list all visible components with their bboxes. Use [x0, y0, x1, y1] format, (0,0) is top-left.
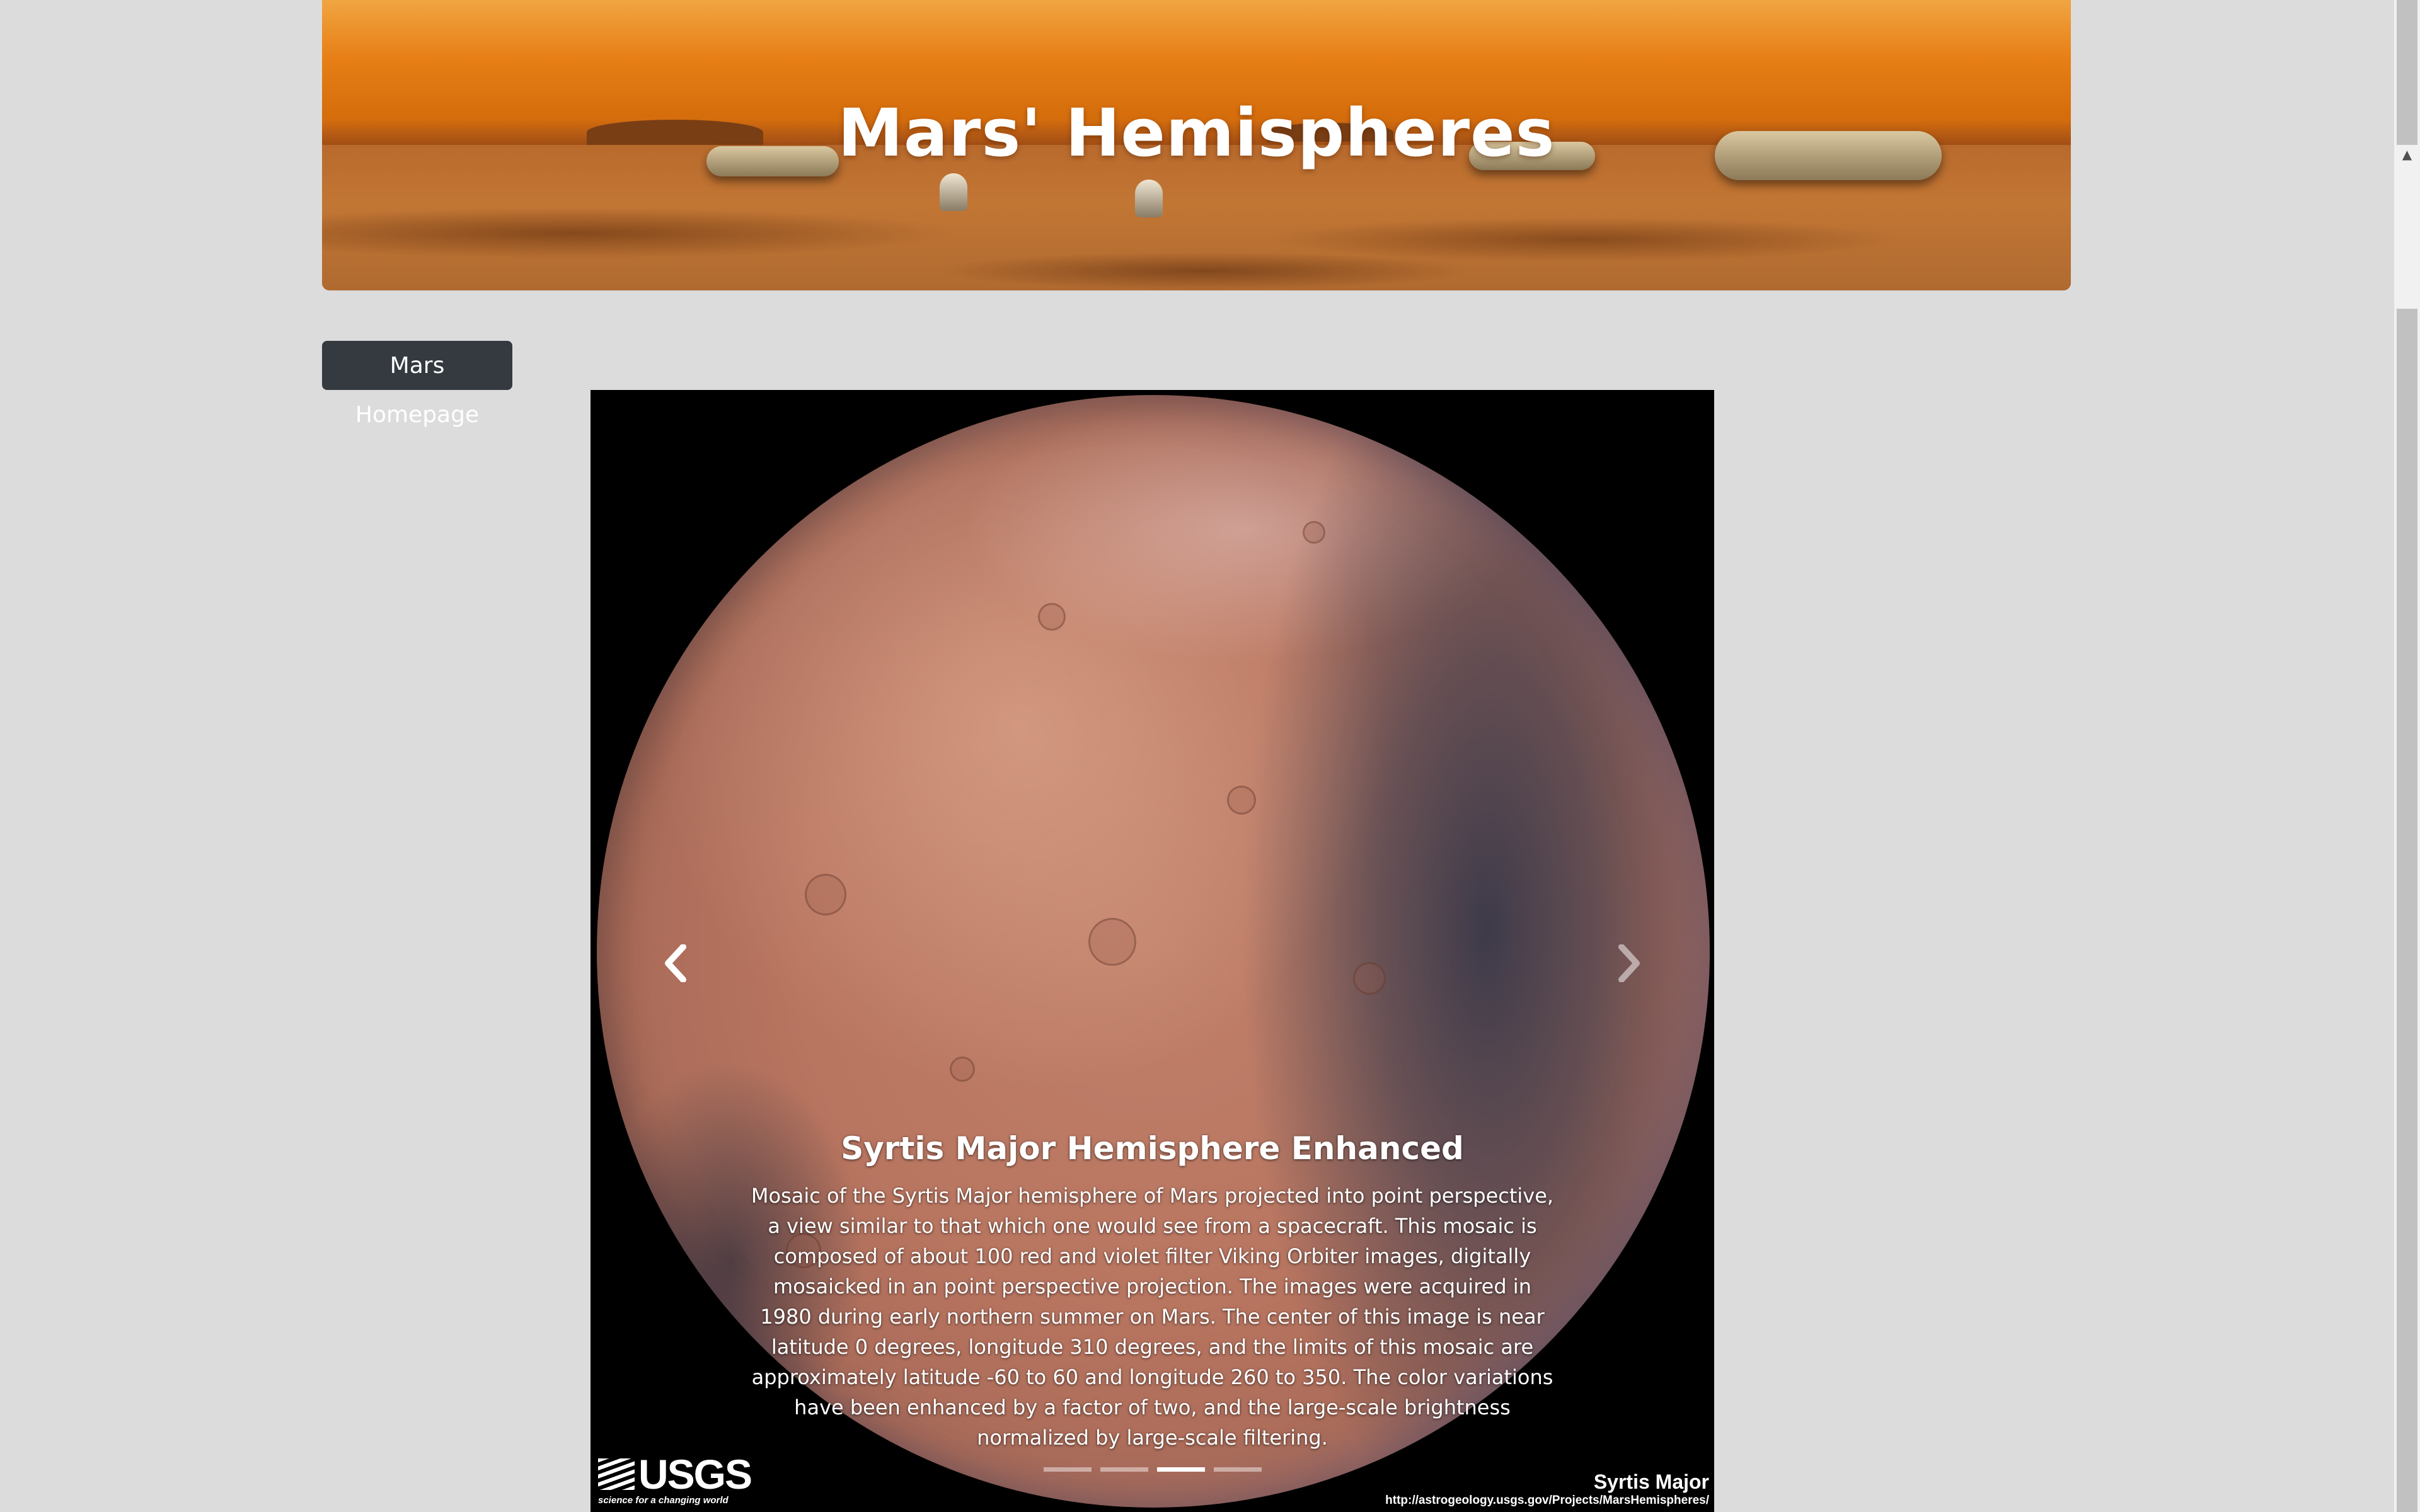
vertical-scrollbar[interactable]: ▲: [2394, 0, 2420, 1512]
usgs-logo: USGS science for a changing world: [598, 1451, 752, 1506]
banner-astronaut: [940, 173, 967, 211]
carousel-indicator[interactable]: [1043, 1467, 1092, 1472]
usgs-tagline: science for a changing world: [598, 1495, 729, 1506]
carousel-caption: Syrtis Major Hemisphere Enhanced Mosaic …: [748, 1130, 1557, 1453]
carousel-next-button[interactable]: [1591, 913, 1667, 1014]
scrollbar-track-top: [2397, 0, 2417, 145]
crater: [1303, 521, 1325, 544]
caption-text: Mosaic of the Syrtis Major hemisphere of…: [751, 1184, 1554, 1450]
usgs-wave-icon: [598, 1458, 635, 1490]
carousel-indicator[interactable]: [1213, 1467, 1262, 1472]
crater: [805, 874, 846, 915]
usgs-logo-mark: USGS: [598, 1451, 752, 1498]
hemisphere-carousel: Syrtis Major Hemisphere Enhanced Mosaic …: [591, 390, 1714, 1512]
crater: [1038, 603, 1066, 631]
image-credit-url: http://astrogeology.usgs.gov/Projects/Ma…: [1385, 1494, 1709, 1507]
carousel-prev-button[interactable]: [638, 913, 713, 1014]
usgs-logo-text: USGS: [638, 1451, 752, 1498]
scrollbar-thumb[interactable]: [2397, 309, 2417, 1512]
caption-title: Syrtis Major Hemisphere Enhanced: [841, 1130, 1464, 1167]
page-title: Mars' Hemispheres: [838, 94, 1555, 171]
image-credit-name: Syrtis Major: [1593, 1470, 1709, 1493]
header-banner: Mars' Hemispheres: [322, 0, 2071, 290]
carousel-indicator[interactable]: [1100, 1467, 1148, 1472]
mars-homepage-button[interactable]: Mars Homepage: [322, 341, 512, 428]
chevron-left-icon: [665, 944, 686, 982]
crater: [950, 1057, 975, 1082]
crater: [1353, 962, 1386, 995]
crater: [1088, 918, 1136, 966]
crater: [1227, 786, 1256, 815]
banner-astronaut: [1135, 180, 1163, 217]
page: Mars' Hemispheres Mars Homepage Syrtis M…: [0, 0, 2420, 1512]
chevron-right-icon: [1618, 944, 1640, 982]
scroll-up-arrow-icon[interactable]: ▲: [2394, 145, 2420, 164]
carousel-indicator-active[interactable]: [1156, 1467, 1205, 1472]
image-credit: Syrtis Major http://astrogeology.usgs.go…: [1385, 1470, 1709, 1508]
